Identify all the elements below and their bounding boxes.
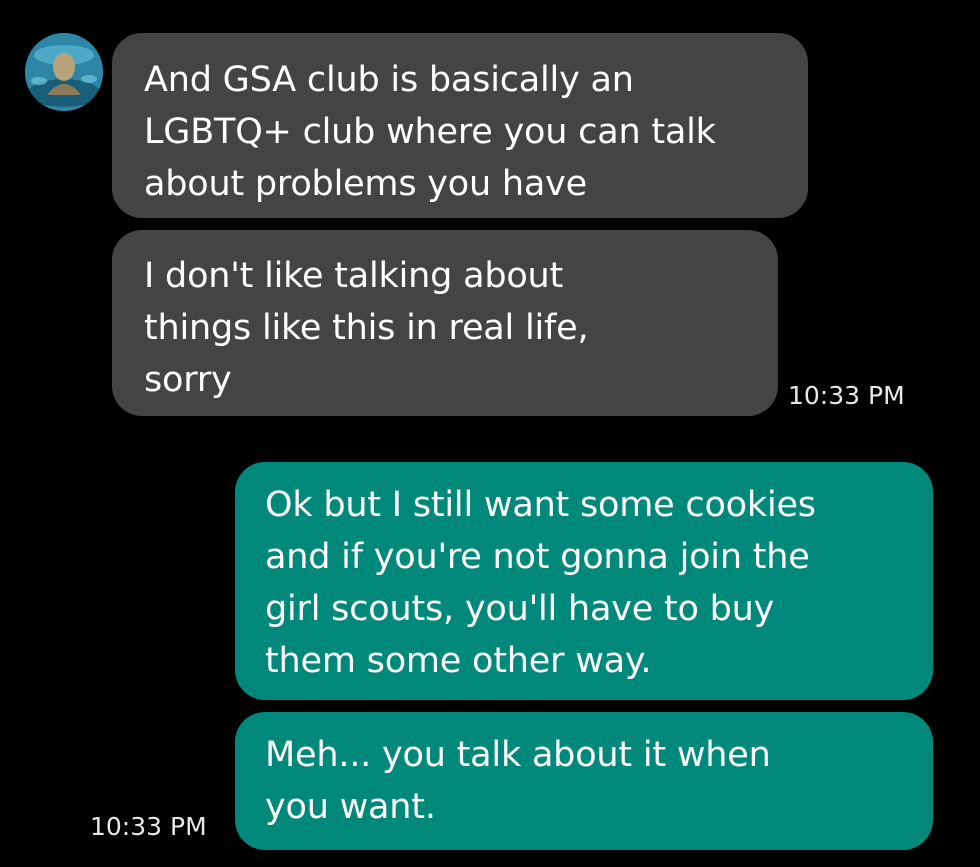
contact-avatar[interactable] (25, 33, 103, 111)
incoming-message-bubble[interactable]: And GSA club is basically an LGBTQ+ club… (112, 33, 808, 218)
outgoing-message-bubble[interactable]: Meh... you talk about it when you want. (235, 712, 933, 850)
outgoing-message-bubble[interactable]: Ok but I still want some cookies and if … (235, 462, 933, 700)
message-timestamp: 10:33 PM (788, 381, 905, 410)
message-timestamp: 10:33 PM (90, 812, 207, 841)
incoming-message-bubble[interactable]: I don't like talking about things like t… (112, 230, 778, 416)
avatar-photo-icon (25, 33, 103, 111)
